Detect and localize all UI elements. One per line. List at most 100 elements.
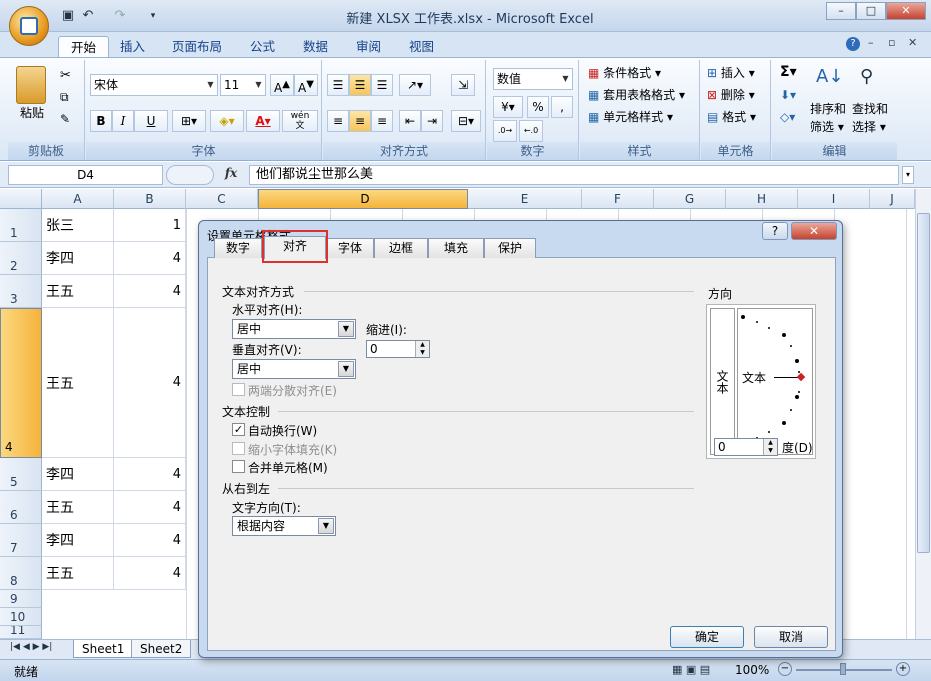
row-header[interactable]: 7 (0, 524, 42, 557)
insert-cells-button[interactable]: ⊞ 插入 ▾ (707, 64, 755, 82)
dialog-tab-border[interactable]: 边框 (374, 238, 428, 258)
font-size-combo[interactable]: 11 ▼ (220, 74, 266, 96)
column-header[interactable]: F (582, 189, 654, 209)
italic-button[interactable]: I (112, 110, 134, 132)
workbook-close-icon[interactable]: ✕ (908, 36, 917, 49)
select-all-corner[interactable] (0, 189, 42, 209)
align-center-icon[interactable]: ≡ (349, 110, 371, 132)
customize-qat-icon[interactable]: ▾ (145, 8, 161, 24)
cell-b6[interactable]: 4 (114, 491, 186, 524)
percent-button[interactable]: % (527, 96, 549, 118)
office-button[interactable] (9, 6, 49, 46)
cell-a6[interactable]: 王五 (42, 491, 114, 524)
undo-icon[interactable]: ↶ (80, 8, 96, 24)
paste-button[interactable]: 粘贴 (20, 104, 44, 122)
copy-icon[interactable]: ⧉ (60, 90, 69, 105)
dialog-tab-fill[interactable]: 填充 (428, 238, 484, 258)
align-left-icon[interactable]: ≡ (327, 110, 349, 132)
horizontal-align-select[interactable]: 居中 ▼ (232, 319, 356, 339)
zoom-out-icon[interactable]: − (778, 662, 792, 676)
decrease-decimal-icon[interactable]: ←.0 (519, 120, 543, 142)
zoom-level[interactable]: 100% (735, 663, 769, 677)
increase-indent-icon[interactable]: ⇥ (421, 110, 443, 132)
degrees-spinner[interactable]: 0 ▲ ▼ (714, 438, 778, 456)
save-icon[interactable]: ▣ (60, 8, 76, 24)
sheet-tab[interactable]: Sheet2 (131, 640, 192, 658)
dialog-tab-protection[interactable]: 保护 (484, 238, 536, 258)
merge-center-icon[interactable]: ⊟▾ (451, 110, 481, 132)
expand-formula-icon[interactable]: ▾ (902, 166, 914, 184)
text-direction-select[interactable]: 根据内容 ▼ (232, 516, 336, 536)
row-header[interactable]: 11 (0, 626, 42, 639)
row-header[interactable]: 5 (0, 458, 42, 491)
help-icon[interactable]: ? (846, 37, 860, 51)
cell-b5[interactable]: 4 (114, 458, 186, 491)
cell-b3[interactable]: 4 (114, 275, 186, 308)
scroll-thumb[interactable] (917, 213, 930, 553)
cell-a3[interactable]: 王五 (42, 275, 114, 308)
sort-filter-icon[interactable]: A↓ (816, 66, 843, 87)
tab-formulas[interactable]: 公式 (238, 36, 287, 58)
cell-a7[interactable]: 李四 (42, 524, 114, 557)
tab-insert[interactable]: 插入 (108, 36, 157, 58)
view-buttons-icon[interactable]: ▦ ▣ ▤ (672, 663, 710, 676)
vertical-align-select[interactable]: 居中 ▼ (232, 359, 356, 379)
insert-function-button[interactable]: fx (218, 166, 244, 184)
tab-page-layout[interactable]: 页面布局 (160, 36, 234, 58)
row-header[interactable]: 6 (0, 491, 42, 524)
tab-review[interactable]: 审阅 (344, 36, 393, 58)
cell-a5[interactable]: 李四 (42, 458, 114, 491)
cell-a4[interactable]: 王五 (42, 308, 114, 458)
close-window-button[interactable]: ✕ (886, 2, 926, 20)
vertical-text-button[interactable]: 文本 (710, 308, 735, 455)
shrink-to-fit-checkbox[interactable] (232, 442, 245, 455)
align-bottom-icon[interactable]: ☰ (371, 74, 393, 96)
column-header[interactable]: A (42, 189, 114, 209)
cell-a1[interactable]: 张三 (42, 209, 114, 242)
zoom-slider-thumb[interactable] (840, 663, 846, 675)
formula-input[interactable]: 他们都说尘世那么美 (249, 165, 899, 185)
row-header[interactable]: 10 (0, 608, 42, 626)
justify-distributed-checkbox[interactable] (232, 383, 245, 396)
name-box[interactable]: D4 (8, 165, 163, 185)
font-color-icon[interactable]: A▾ (246, 110, 280, 132)
tab-view[interactable]: 视图 (397, 36, 446, 58)
autosum-button[interactable]: Σ▾ (780, 64, 797, 80)
merge-cells-checkbox[interactable] (232, 460, 245, 473)
shrink-font-icon[interactable]: A▼ (294, 74, 318, 96)
number-format-combo[interactable]: 数值 ▼ (493, 68, 573, 90)
ribbon-minimize-icon[interactable]: – (868, 36, 874, 49)
align-middle-icon[interactable]: ☰ (349, 74, 371, 96)
cell-a2[interactable]: 李四 (42, 242, 114, 275)
conditional-format-button[interactable]: ▦ 条件格式 ▾ (588, 64, 661, 82)
font-name-combo[interactable]: 宋体 ▼ (90, 74, 218, 96)
orientation-panel[interactable]: 文本 文本 (706, 304, 816, 459)
column-header[interactable]: B (114, 189, 186, 209)
cell-styles-button[interactable]: ▦ 单元格样式 ▾ (588, 108, 673, 126)
row-header[interactable]: 4 (0, 308, 42, 458)
wrap-text-checkbox[interactable]: ✓ (232, 423, 245, 436)
bold-button[interactable]: B (90, 110, 112, 132)
sheet-nav-icons[interactable]: |◀ ◀ ▶ ▶| (10, 642, 52, 652)
cell-b8[interactable]: 4 (114, 557, 186, 590)
increase-decimal-icon[interactable]: .0→ (493, 120, 517, 142)
column-header[interactable]: J (870, 189, 915, 209)
cell-b7[interactable]: 4 (114, 524, 186, 557)
decrease-indent-icon[interactable]: ⇤ (399, 110, 421, 132)
cell-a8[interactable]: 王五 (42, 557, 114, 590)
binoculars-icon[interactable]: ⚲ (860, 66, 873, 87)
format-painter-icon[interactable]: ✎ (60, 112, 70, 126)
cell-b4[interactable]: 4 (114, 308, 186, 458)
minimize-button[interactable]: – (826, 2, 856, 20)
phonetic-icon[interactable]: wén 文 (282, 110, 318, 132)
column-header[interactable]: H (726, 189, 798, 209)
tab-home[interactable]: 开始 (58, 36, 110, 58)
dialog-close-button[interactable]: ✕ (791, 222, 837, 240)
comma-button[interactable]: , (551, 96, 573, 118)
cell-b2[interactable]: 4 (114, 242, 186, 275)
format-cells-button[interactable]: ▤ 格式 ▾ (707, 108, 756, 126)
fill-color-icon[interactable]: ◈▾ (210, 110, 244, 132)
vertical-scrollbar[interactable] (915, 189, 931, 639)
format-as-table-button[interactable]: ▦ 套用表格格式 ▾ (588, 86, 685, 104)
cancel-button[interactable]: 取消 (754, 626, 828, 648)
